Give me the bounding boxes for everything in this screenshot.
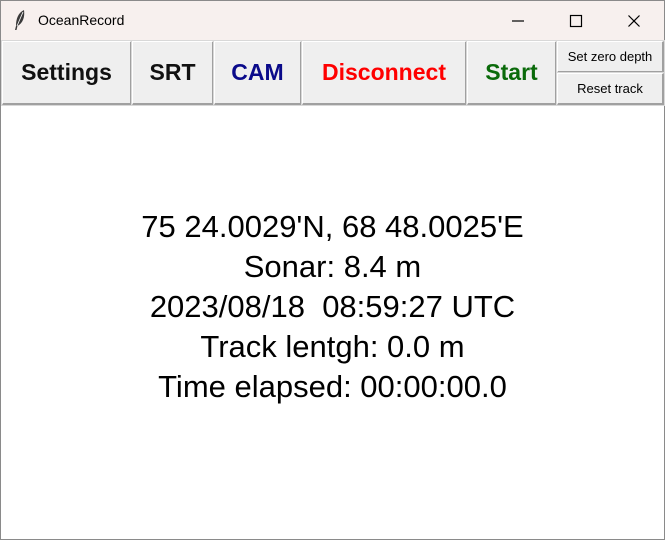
datetime-readout: 2023/08/18 08:59:27 UTC — [149, 289, 516, 324]
time-elapsed-readout: Time elapsed: 00:00:00.0 — [158, 369, 507, 404]
srt-button[interactable]: SRT — [131, 40, 215, 106]
reset-track-button[interactable]: Reset track — [556, 72, 665, 106]
settings-button[interactable]: Settings — [1, 40, 133, 106]
track-length-readout: Track lentgh: 0.0 m — [200, 329, 465, 364]
maximize-button[interactable] — [547, 1, 605, 40]
disconnect-button[interactable]: Disconnect — [301, 40, 468, 106]
minimize-button[interactable] — [489, 1, 547, 40]
app-window: OceanRecord Settings SRT CAM Disconnect … — [0, 0, 665, 540]
status-panel: 75 24.0029'N, 68 48.0025'E Sonar: 8.4 m … — [1, 207, 664, 407]
close-button[interactable] — [605, 1, 663, 40]
feather-icon — [13, 9, 27, 31]
sonar-readout: Sonar: 8.4 m — [243, 249, 422, 284]
cam-button[interactable]: CAM — [213, 40, 303, 106]
set-zero-depth-button[interactable]: Set zero depth — [556, 40, 665, 74]
start-button[interactable]: Start — [466, 40, 558, 106]
window-title: OceanRecord — [38, 12, 125, 28]
title-bar[interactable]: OceanRecord — [1, 1, 664, 40]
position-readout: 75 24.0029'N, 68 48.0025'E — [141, 209, 524, 244]
